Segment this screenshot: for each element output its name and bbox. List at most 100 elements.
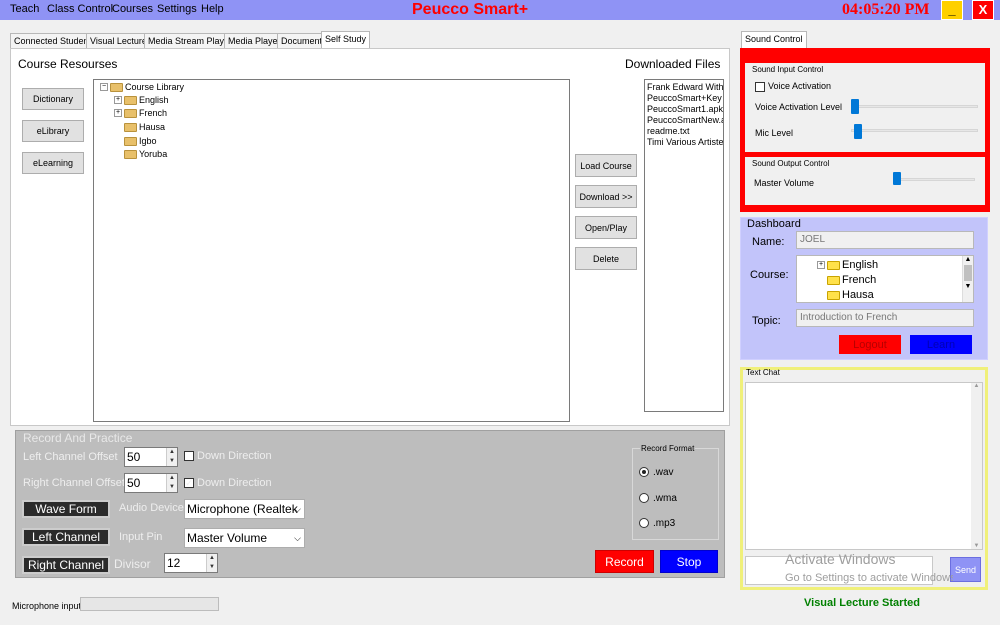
format-wma-radio[interactable]: .wma bbox=[639, 493, 677, 504]
menu-settings[interactable]: Settings bbox=[157, 3, 197, 15]
chat-scrollbar[interactable]: ▲ ▼ bbox=[971, 383, 982, 549]
tree-node-label: English bbox=[139, 95, 169, 105]
file-item[interactable]: PeuccoSmart1.apk bbox=[647, 104, 723, 115]
checkbox-icon[interactable] bbox=[755, 81, 765, 92]
download-button[interactable]: Download >> bbox=[575, 185, 637, 208]
radio-icon[interactable] bbox=[639, 518, 649, 529]
logout-button[interactable]: Logout bbox=[839, 335, 901, 354]
audio-device-select[interactable]: Microphone (Realtek ⌵ bbox=[184, 499, 305, 519]
tab-media-player[interactable]: Media Player bbox=[224, 33, 285, 49]
app-title: Peucco Smart+ bbox=[412, 1, 529, 18]
tab-connected-student[interactable]: Connected Student bbox=[10, 33, 96, 49]
tab-sound-control[interactable]: Sound Control bbox=[741, 31, 807, 49]
name-field[interactable]: JOEL bbox=[796, 231, 974, 249]
delete-button[interactable]: Delete bbox=[575, 247, 637, 270]
activation-watermark-title: Activate Windows bbox=[785, 551, 896, 567]
file-item[interactable]: PeuccoSmartNew.apk bbox=[647, 115, 723, 126]
dictionary-button[interactable]: Dictionary bbox=[22, 88, 84, 110]
tree-node-label: Course Library bbox=[125, 82, 185, 92]
mic-level-label: Mic Level bbox=[755, 128, 794, 138]
tree-node-french[interactable]: + French bbox=[114, 108, 167, 118]
scroll-up-icon[interactable]: ▲ bbox=[971, 383, 982, 389]
format-wav-radio[interactable]: .wav bbox=[639, 467, 674, 478]
course-tree-hausa[interactable]: Hausa bbox=[827, 289, 874, 301]
down-direction-left[interactable]: Down Direction bbox=[184, 450, 272, 462]
left-channel-offset-stepper[interactable]: 50 ▲ ▼ bbox=[124, 447, 178, 467]
chat-messages[interactable]: ▲ ▼ bbox=[745, 382, 983, 550]
microphone-input-meter bbox=[80, 597, 219, 611]
down-direction-right[interactable]: ✓ Down Direction bbox=[184, 477, 272, 489]
master-volume-slider[interactable] bbox=[893, 172, 901, 185]
course-resources-title: Course Resourses bbox=[18, 57, 118, 71]
tree-node-yoruba[interactable]: Yoruba bbox=[124, 149, 167, 159]
send-button[interactable]: Send bbox=[950, 557, 981, 582]
tab-visual-lecture[interactable]: Visual Lecture bbox=[86, 33, 151, 49]
stop-button[interactable]: Stop bbox=[660, 550, 718, 573]
voice-activation-checkbox[interactable]: Voice Activation bbox=[755, 81, 831, 92]
stepper-arrows-icon[interactable]: ▲ ▼ bbox=[206, 554, 217, 572]
record-button[interactable]: Record bbox=[595, 550, 654, 573]
checkbox-label: Voice Activation bbox=[768, 81, 832, 91]
learn-button[interactable]: Learn bbox=[910, 335, 972, 354]
tree-node-english[interactable]: + English bbox=[114, 95, 169, 105]
left-channel-button[interactable]: Left Channel bbox=[22, 528, 110, 546]
menu-help[interactable]: Help bbox=[201, 3, 224, 15]
expand-icon[interactable]: + bbox=[114, 96, 122, 104]
format-mp3-radio[interactable]: .mp3 bbox=[639, 518, 675, 529]
file-item[interactable]: Frank Edward With D bbox=[647, 82, 723, 93]
tree-node-course-library[interactable]: − Course Library bbox=[100, 82, 184, 92]
minimize-button[interactable]: _ bbox=[941, 0, 963, 20]
stepper-arrows-icon[interactable]: ▲ ▼ bbox=[166, 448, 177, 466]
checkmark-icon[interactable]: ✓ bbox=[184, 478, 194, 489]
right-channel-offset-stepper[interactable]: 50 ▲ ▼ bbox=[124, 473, 178, 493]
course-tree-french[interactable]: French bbox=[827, 274, 876, 286]
scroll-down-icon[interactable]: ▼ bbox=[963, 283, 973, 290]
mic-level-slider[interactable] bbox=[854, 124, 862, 139]
expand-icon[interactable]: + bbox=[114, 109, 122, 117]
scroll-up-icon[interactable]: ▲ bbox=[963, 256, 973, 263]
file-item[interactable]: readme.txt bbox=[647, 126, 723, 137]
course-tree[interactable]: + English French Hausa ▲ ▼ bbox=[796, 255, 974, 303]
load-course-button[interactable]: Load Course bbox=[575, 154, 637, 177]
voice-activation-level-slider[interactable] bbox=[851, 99, 859, 114]
elibrary-button[interactable]: eLibrary bbox=[22, 120, 84, 142]
tab-document[interactable]: Document bbox=[277, 33, 327, 49]
open-play-button[interactable]: Open/Play bbox=[575, 216, 637, 239]
radio-selected-icon[interactable] bbox=[639, 467, 649, 478]
menu-class-control[interactable]: Class Control bbox=[47, 3, 113, 15]
right-channel-button[interactable]: Right Channel bbox=[22, 556, 110, 574]
text-chat-title: Text Chat bbox=[746, 368, 780, 377]
scroll-down-icon[interactable]: ▼ bbox=[971, 543, 982, 549]
file-item[interactable]: Timi Various Artiste - F bbox=[647, 137, 723, 148]
wave-form-button[interactable]: Wave Form bbox=[22, 500, 110, 518]
course-tree-english[interactable]: + English bbox=[817, 259, 878, 271]
radio-label: .mp3 bbox=[653, 518, 676, 529]
menu-courses[interactable]: Courses bbox=[112, 3, 153, 15]
checkbox-icon[interactable] bbox=[184, 451, 194, 462]
close-button[interactable]: X bbox=[972, 0, 994, 20]
tree-node-igbo[interactable]: Igbo bbox=[124, 136, 157, 146]
course-library-tree[interactable]: − Course Library + English + French Haus… bbox=[93, 79, 570, 422]
scroll-thumb[interactable] bbox=[964, 265, 972, 281]
tab-self-study[interactable]: Self Study bbox=[321, 31, 371, 49]
voice-activation-level-track bbox=[851, 105, 978, 108]
collapse-icon[interactable]: − bbox=[100, 83, 108, 91]
tree-node-label: Hausa bbox=[139, 122, 166, 132]
topic-field[interactable]: Introduction to French bbox=[796, 309, 974, 327]
radio-icon[interactable] bbox=[639, 493, 649, 504]
elearning-button[interactable]: eLearning bbox=[22, 152, 84, 174]
dashboard-title: Dashboard bbox=[747, 218, 801, 230]
voice-activation-level-label: Voice Activation Level bbox=[755, 102, 843, 112]
select-value: Microphone (Realtek bbox=[187, 502, 298, 516]
tree-node-hausa[interactable]: Hausa bbox=[124, 122, 165, 132]
audio-device-label: Audio Device bbox=[119, 502, 184, 514]
file-item[interactable]: PeuccoSmart+Key bbox=[647, 93, 723, 104]
divisor-stepper[interactable]: 12 ▲ ▼ bbox=[164, 553, 218, 573]
stepper-arrows-icon[interactable]: ▲ ▼ bbox=[166, 474, 177, 492]
input-pin-select[interactable]: Master Volume ⌵ bbox=[184, 528, 305, 548]
menu-teach[interactable]: Teach bbox=[10, 3, 39, 15]
expand-icon[interactable]: + bbox=[817, 261, 825, 269]
downloaded-files-list[interactable]: Frank Edward With D PeuccoSmart+Key Peuc… bbox=[644, 79, 724, 412]
tab-media-stream-player[interactable]: Media Stream Player bbox=[144, 33, 237, 49]
course-tree-scrollbar[interactable]: ▲ ▼ bbox=[962, 256, 973, 302]
